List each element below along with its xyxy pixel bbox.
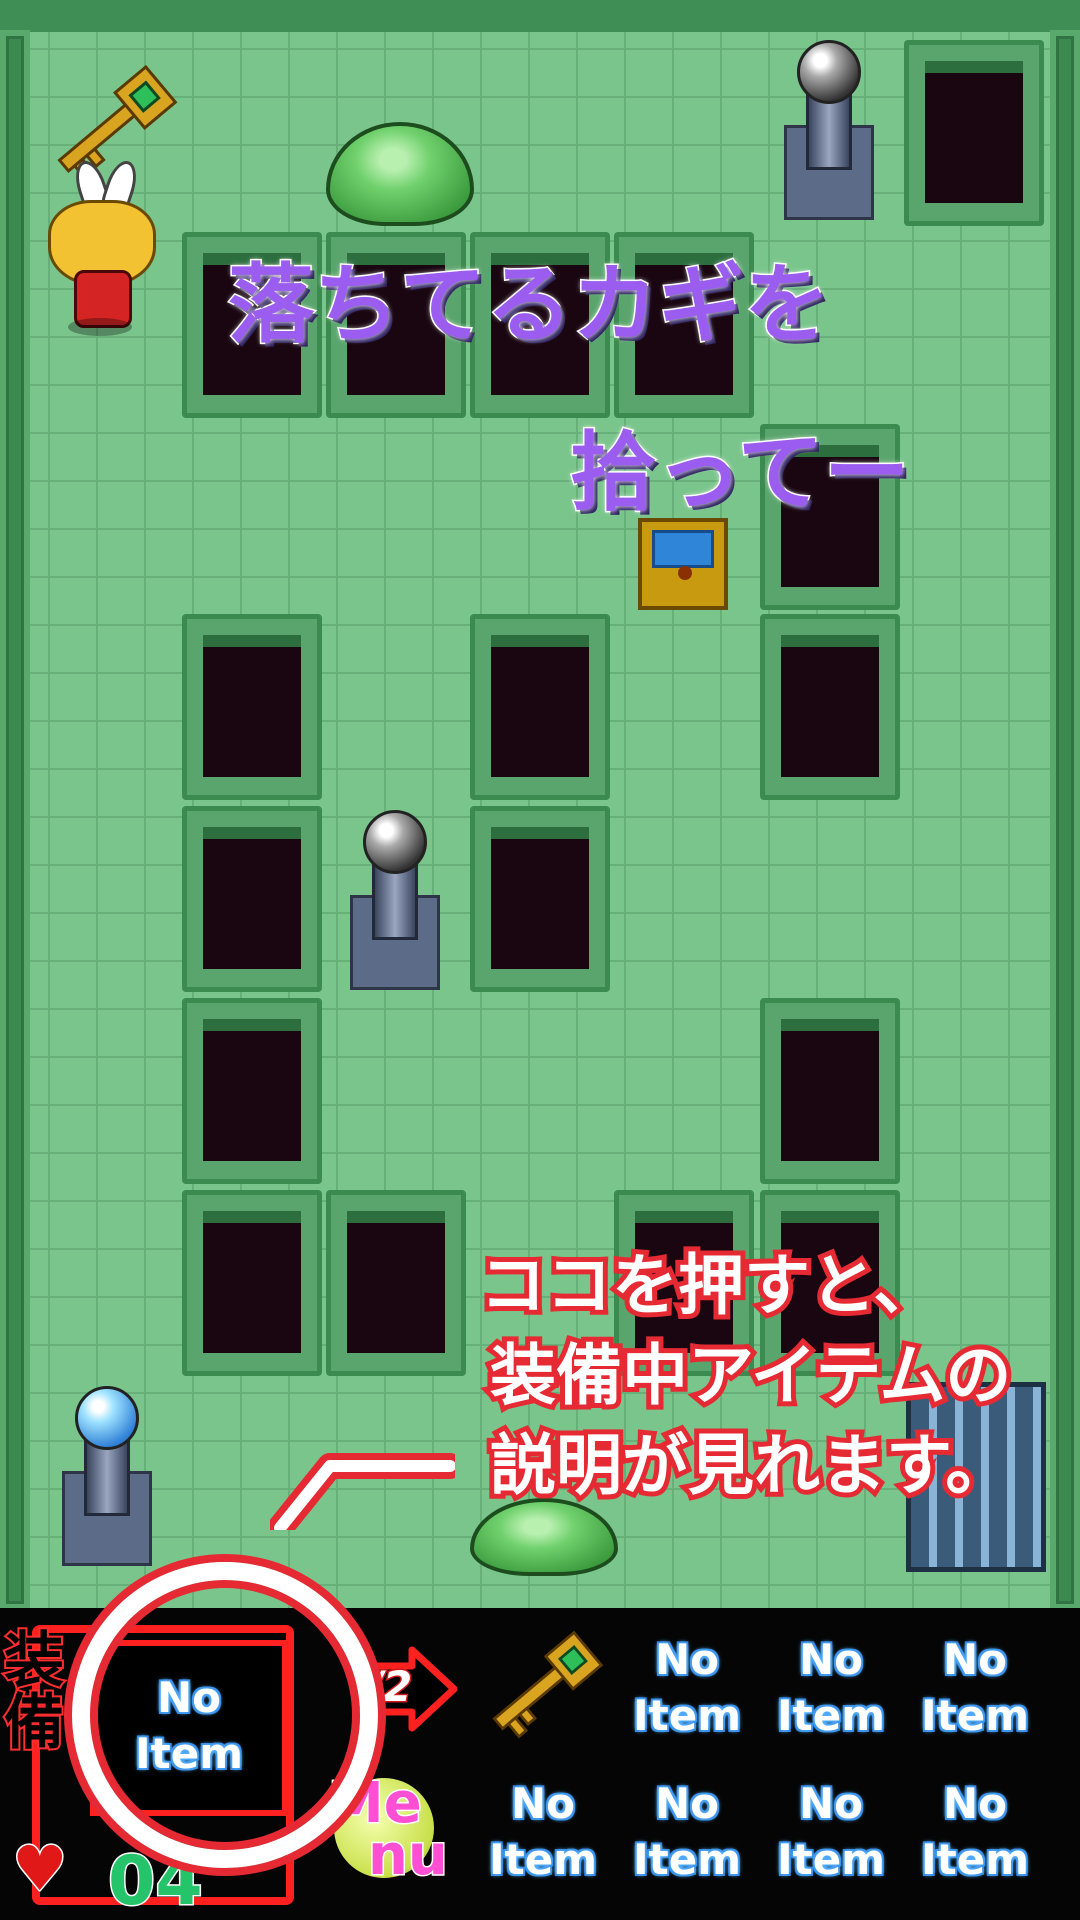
inventory-slot[interactable]: No Item <box>906 1776 1044 1896</box>
pit <box>760 998 900 1184</box>
key-hint-caption-line1: 落ちてるカギを <box>227 254 832 357</box>
key-hint-caption-line2: 拾ってー <box>569 422 912 525</box>
heart-icon: ♥ <box>11 1831 70 1907</box>
menu-label-bottom: nu <box>367 1823 450 1888</box>
highlight-circle <box>72 1562 378 1868</box>
dungeon-map: 落ちてるカギを 拾ってー ココを押すと、 装備中アイテムの 説明が見れます。 <box>0 0 1080 1610</box>
pit <box>326 1190 466 1376</box>
inventory-slot-key[interactable] <box>476 1628 606 1748</box>
equip-hint-caption-line3: 説明が見れます。 <box>485 1422 1016 1509</box>
inventory-slot[interactable]: No Item <box>618 1776 756 1896</box>
callout-pointer <box>270 1453 455 1530</box>
treasure-chest[interactable] <box>638 518 728 610</box>
equip-hint-caption-line2: 装備中アイテムの <box>485 1332 1016 1419</box>
pit <box>182 614 322 800</box>
pit <box>470 806 610 992</box>
pit <box>470 614 610 800</box>
equip-side-label: 装備 <box>2 1628 66 1756</box>
pit <box>904 40 1044 226</box>
inventory-slot[interactable]: No Item <box>906 1632 1044 1752</box>
right-wall <box>1050 30 1080 1610</box>
equip-hint-caption-line1: ココを押すと、 <box>475 1242 944 1329</box>
inventory-slot[interactable]: No Item <box>618 1632 756 1752</box>
pit <box>182 806 322 992</box>
orb-pillar <box>350 810 440 990</box>
blue-orb-pillar <box>62 1386 152 1566</box>
inventory-slot[interactable]: No Item <box>762 1632 900 1752</box>
pit <box>760 614 900 800</box>
player-character <box>44 157 156 340</box>
top-wall-strip <box>0 0 1080 32</box>
inventory-slot[interactable]: No Item <box>474 1776 612 1896</box>
pit <box>182 1190 322 1376</box>
left-wall <box>0 30 30 1610</box>
orb-pillar <box>784 40 874 220</box>
slime-enemy[interactable] <box>470 1498 618 1576</box>
pit <box>182 998 322 1184</box>
inventory-slot[interactable]: No Item <box>762 1776 900 1896</box>
game-screen: 落ちてるカギを 拾ってー ココを押すと、 装備中アイテムの 説明が見れます。 装… <box>0 0 1080 1920</box>
slime-enemy[interactable] <box>326 122 474 226</box>
